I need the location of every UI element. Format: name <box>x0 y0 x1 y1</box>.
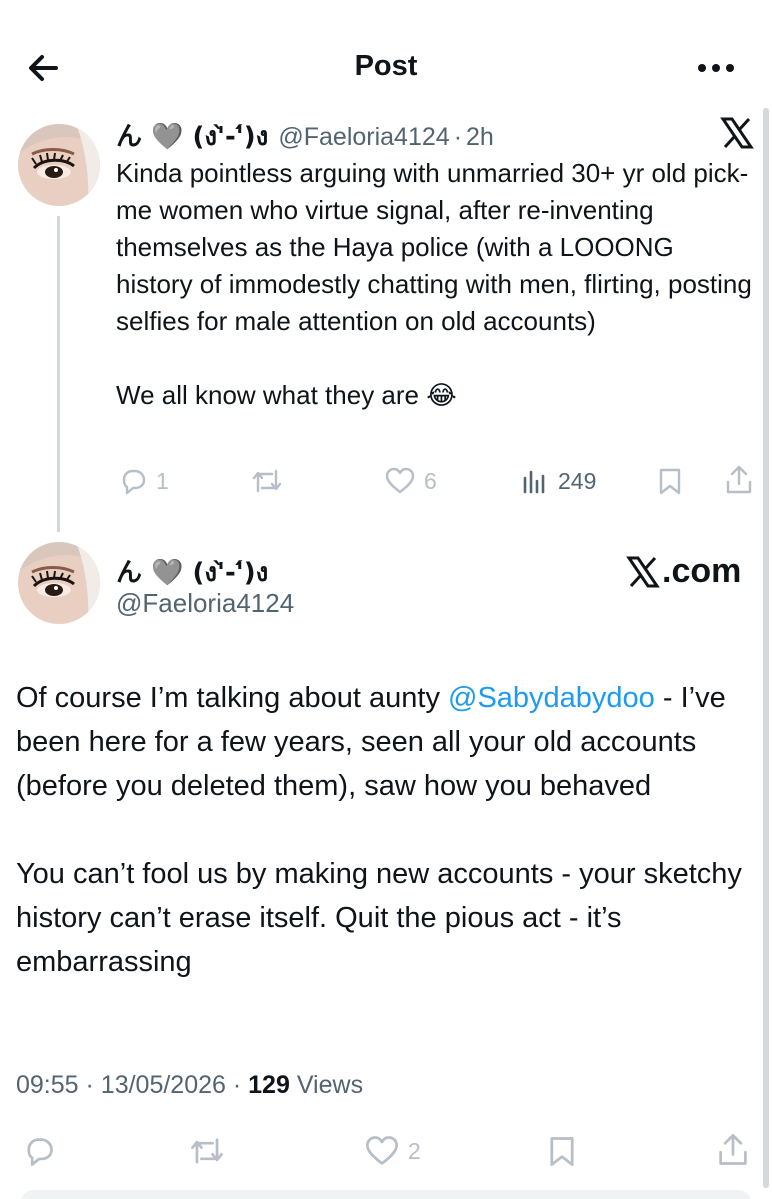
source-link[interactable]: .com <box>626 552 741 591</box>
text-segment: Of course I’m talking about aunty <box>16 682 448 714</box>
share-button[interactable] <box>724 464 754 496</box>
views-label[interactable]: Views <box>297 1071 363 1099</box>
main-post-text: Of course I’m talking about aunty @Sabyd… <box>16 676 751 984</box>
display-name[interactable]: ん 🩶 (ง'̀-'́)ง <box>116 116 268 157</box>
share-icon <box>726 465 752 494</box>
repost-button[interactable] <box>188 1134 226 1168</box>
like-button[interactable]: 6 <box>384 466 437 496</box>
views-button[interactable]: 249 <box>520 466 596 496</box>
post-paragraph: Kinda pointless arguing with unmarried 3… <box>116 158 752 336</box>
bookmark-button[interactable] <box>546 1134 578 1168</box>
x-logo-icon <box>626 556 660 587</box>
page-title: Post <box>354 50 418 82</box>
thread-connector <box>57 216 60 532</box>
post-paragraph: Of course I’m talking about aunty @Sabyd… <box>16 676 751 808</box>
repost-icon <box>252 469 282 493</box>
heart-icon <box>385 467 415 494</box>
share-button[interactable] <box>716 1132 750 1168</box>
post-paragraph: We all know what they are 😂 <box>116 380 457 410</box>
x-logo-icon <box>720 116 754 150</box>
avatar[interactable] <box>18 124 100 206</box>
like-count: 2 <box>408 1137 421 1164</box>
separator: · <box>232 1071 242 1099</box>
separator: · <box>85 1071 94 1099</box>
bookmark-icon <box>659 468 681 495</box>
bar-chart-icon <box>523 470 545 494</box>
repost-button[interactable] <box>250 466 284 496</box>
share-icon <box>719 1134 747 1165</box>
reply-button[interactable] <box>22 1134 56 1168</box>
post-paragraph: You can’t fool us by making new accounts… <box>16 858 742 978</box>
post-date[interactable]: 13/05/2026 <box>101 1071 226 1099</box>
handle[interactable]: @Faeloria4124 <box>116 588 294 619</box>
scrollbar[interactable] <box>763 108 769 1188</box>
post-time[interactable]: 09:55 <box>16 1071 79 1099</box>
main-post-header: ん 🩶 (ง'̀-'́)ง <box>116 552 268 593</box>
display-name[interactable]: ん 🩶 (ง'̀-'́)ง <box>116 552 268 593</box>
heart-icon <box>366 1136 398 1165</box>
handle[interactable]: @Faeloria4124 <box>278 123 449 152</box>
post-time[interactable]: 2h <box>466 123 494 152</box>
like-button[interactable]: 2 <box>364 1134 421 1168</box>
separator: · <box>453 123 463 151</box>
post-meta: 09:55 · 13/05/2026 · 129 Views <box>16 1071 363 1100</box>
bookmark-icon <box>550 1137 574 1166</box>
top-bar: Post <box>0 0 772 110</box>
bookmark-button[interactable] <box>656 466 684 496</box>
quoted-post-header: ん 🩶 (ง'̀-'́)ง @Faeloria4124 · 2h <box>116 116 494 157</box>
reply-icon <box>27 1138 53 1166</box>
view-count: 249 <box>558 467 597 494</box>
mention-link[interactable]: @Sabydabydoo <box>448 682 655 714</box>
repost-icon <box>191 1138 223 1164</box>
source-domain: .com <box>662 552 742 590</box>
quoted-post-text: Kinda pointless arguing with unmarried 3… <box>116 155 756 414</box>
reply-icon <box>122 469 146 495</box>
views-count: 129 <box>248 1071 290 1099</box>
like-count: 6 <box>424 467 437 494</box>
more-options-button[interactable] <box>692 50 740 86</box>
reply-composer[interactable] <box>20 1190 752 1199</box>
reply-button[interactable]: 1 <box>118 466 169 496</box>
avatar[interactable] <box>18 542 100 624</box>
more-horizontal-icon <box>698 64 734 72</box>
reply-count: 1 <box>156 467 169 494</box>
